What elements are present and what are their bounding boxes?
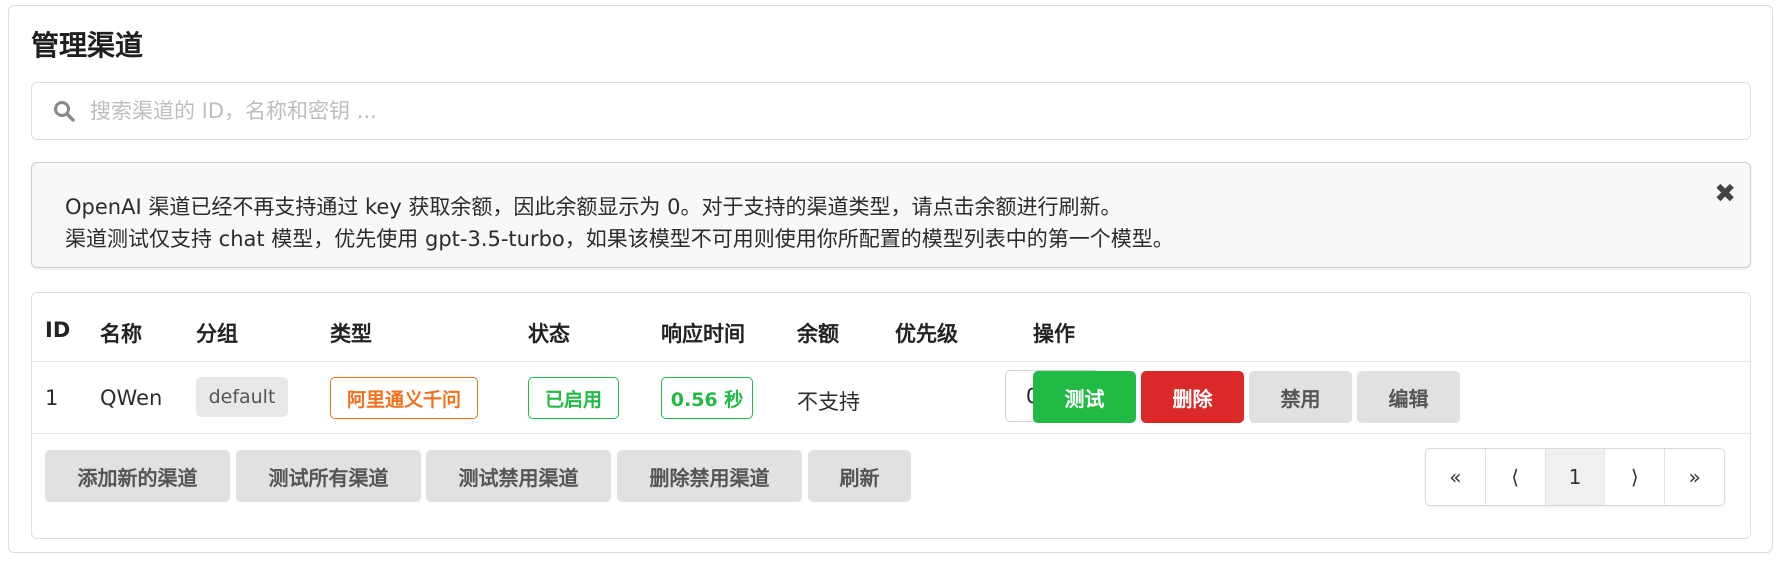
add-channel-button[interactable]: 添加新的渠道 (45, 450, 230, 502)
disable-button[interactable]: 禁用 (1249, 371, 1352, 423)
search-box[interactable] (31, 82, 1751, 140)
last-page-button[interactable]: » (1665, 449, 1724, 505)
column-header-actions: 操作 (1033, 322, 1075, 346)
type-badge: 阿里通义千问 (330, 377, 478, 419)
channel-management-panel: 管理渠道 OpenAI 渠道已经不再支持通过 key 获取余额，因此余额显示为 … (8, 5, 1773, 553)
column-header-id[interactable]: ID (45, 318, 70, 342)
column-header-response-time[interactable]: 响应时间 (661, 318, 745, 348)
column-header-status[interactable]: 状态 (528, 318, 570, 348)
column-header-balance[interactable]: 余额 (797, 318, 839, 348)
response-time-badge[interactable]: 0.56 秒 (661, 377, 753, 419)
search-icon (50, 97, 78, 125)
test-button[interactable]: 测试 (1033, 371, 1136, 423)
test-all-channels-button[interactable]: 测试所有渠道 (236, 450, 421, 502)
table-row: 1 QWen default 阿里通义千问 已启用 0.56 秒 不支持 测试 … (32, 362, 1750, 434)
table-header: ID 名称 分组 类型 状态 响应时间 余额 优先级 操作 (32, 293, 1750, 362)
next-page-button[interactable]: ⟩ (1605, 449, 1666, 505)
search-input[interactable] (88, 85, 1750, 137)
first-page-button[interactable]: « (1426, 449, 1486, 505)
channel-name: QWen (100, 386, 163, 410)
balance-value[interactable]: 不支持 (797, 386, 860, 416)
group-badge: default (196, 377, 288, 417)
refresh-button[interactable]: 刷新 (808, 450, 911, 502)
column-header-name[interactable]: 名称 (100, 318, 142, 348)
notice-message: OpenAI 渠道已经不再支持通过 key 获取余额，因此余额显示为 0。对于支… (31, 162, 1751, 268)
test-disabled-channels-button[interactable]: 测试禁用渠道 (426, 450, 611, 502)
delete-button[interactable]: 删除 (1141, 371, 1244, 423)
pagination: « ⟨ 1 ⟩ » (1425, 448, 1725, 506)
page-1-button[interactable]: 1 (1545, 449, 1606, 505)
notice-line-2: 渠道测试仅支持 chat 模型，优先使用 gpt-3.5-turbo，如果该模型… (65, 227, 1174, 251)
channel-table: ID 名称 分组 类型 状态 响应时间 余额 优先级 操作 1 QWen def… (31, 292, 1751, 539)
delete-disabled-channels-button[interactable]: 删除禁用渠道 (617, 450, 802, 502)
prev-page-button[interactable]: ⟨ (1486, 449, 1546, 505)
column-header-group[interactable]: 分组 (196, 318, 238, 348)
status-badge: 已启用 (528, 377, 619, 419)
column-header-priority[interactable]: 优先级 (895, 318, 958, 348)
close-icon[interactable]: ✖ (1714, 179, 1736, 209)
notice-line-1: OpenAI 渠道已经不再支持通过 key 获取余额，因此余额显示为 0。对于支… (65, 195, 1122, 219)
edit-button[interactable]: 编辑 (1357, 371, 1460, 423)
page-title: 管理渠道 (31, 29, 144, 62)
channel-id: 1 (45, 386, 59, 410)
column-header-type[interactable]: 类型 (330, 318, 372, 348)
